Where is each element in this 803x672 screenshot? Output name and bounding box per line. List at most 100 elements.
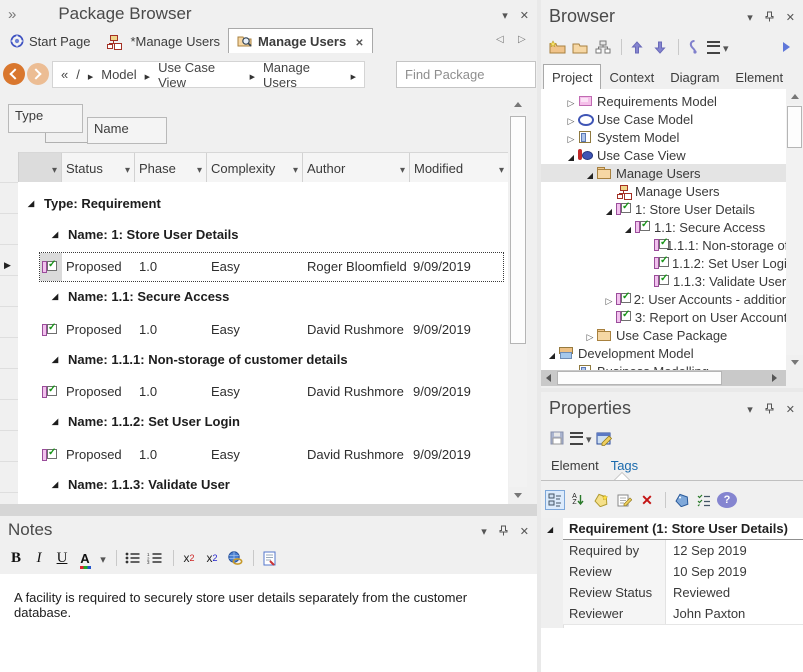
dropdown-icon[interactable]: [293, 161, 298, 176]
tree-item-use-case-model[interactable]: Use Case Model: [541, 110, 786, 128]
tree-vertical-scrollbar[interactable]: [786, 89, 803, 370]
tree-item-use-case-package[interactable]: Use Case Package: [541, 326, 786, 344]
group-row-name-1-1[interactable]: Name: 1.1: Secure Access: [18, 283, 508, 309]
expand-icon[interactable]: [583, 328, 597, 343]
collapse-group-icon[interactable]: [52, 292, 58, 301]
hyperlink-icon[interactable]: [225, 548, 245, 568]
tree-item-req-1-1-3[interactable]: ✓ 1.1.3: Validate User: [541, 272, 786, 290]
panel-close-icon[interactable]: [520, 523, 529, 538]
column-header-modified[interactable]: Modified: [410, 153, 508, 183]
dropdown-icon[interactable]: [197, 161, 202, 176]
panel-menu-icon[interactable]: [747, 401, 753, 416]
navigate-back-button[interactable]: [3, 63, 25, 85]
tag-value[interactable]: 12 Sep 2019: [666, 540, 803, 561]
pin-icon[interactable]: [765, 11, 774, 22]
panel-menu-icon[interactable]: [502, 7, 508, 22]
requirement-row[interactable]: ✓ Proposed 1.0 Easy David Rushmore 9/09/…: [18, 377, 508, 407]
tree-item-manage-users-diagram[interactable]: Manage Users: [541, 182, 786, 200]
column-header-icon[interactable]: [18, 153, 62, 183]
collapse-group-icon[interactable]: [52, 417, 58, 426]
save-icon[interactable]: [547, 428, 567, 448]
group-row-name-1[interactable]: Name: 1: Store User Details: [18, 221, 508, 247]
font-color-icon[interactable]: A: [75, 548, 95, 568]
scroll-right-button[interactable]: [767, 371, 781, 385]
expand-icon[interactable]: [564, 112, 578, 127]
hamburger-menu-icon[interactable]: [570, 428, 592, 448]
scroll-down-button[interactable]: [509, 487, 527, 504]
font-color-dropdown-icon[interactable]: [98, 548, 108, 568]
requirement-row[interactable]: ✓ Proposed 1.0 Easy David Rushmore 9/09/…: [18, 315, 508, 345]
tree-item-req-3[interactable]: ✓ 3: Report on User Account: [541, 308, 786, 326]
group-row-name-1-1-2[interactable]: Name: 1.1.2: Set User Login: [18, 408, 508, 434]
tree-item-req-2[interactable]: ✓ 2: User Accounts - additional: [541, 290, 786, 308]
tab-close-icon[interactable]: [351, 34, 363, 49]
subscript-icon[interactable]: x2: [202, 548, 222, 568]
checklist-icon[interactable]: [694, 490, 714, 510]
tab-scroll-left-icon[interactable]: ◁: [496, 34, 504, 45]
tree-horizontal-scrollbar[interactable]: [541, 370, 786, 386]
group-row-name-1-1-1[interactable]: Name: 1.1.1: Non-storage of customer det…: [18, 346, 508, 372]
edit-tags-icon[interactable]: [595, 428, 615, 448]
scrollbar-thumb[interactable]: [787, 106, 802, 148]
group-field-name[interactable]: Name: [87, 117, 167, 144]
breadcrumb-separator-icon[interactable]: [250, 67, 255, 82]
italic-icon[interactable]: I: [29, 548, 49, 568]
tab-element[interactable]: Element: [727, 65, 791, 89]
group-row-name-1-1-3[interactable]: Name: 1.1.3: Validate User: [18, 471, 508, 497]
row-selector-gutter[interactable]: [0, 152, 19, 504]
collapse-group-icon[interactable]: [28, 199, 34, 208]
help-icon[interactable]: ?: [717, 492, 737, 508]
tree-item-system-model[interactable]: System Model: [541, 128, 786, 146]
panel-menu-icon[interactable]: [747, 9, 753, 24]
tab-element[interactable]: Element: [545, 458, 605, 473]
expand-icon[interactable]: [602, 292, 616, 307]
column-header-complexity[interactable]: Complexity: [207, 153, 303, 183]
numbered-list-icon[interactable]: 123: [145, 548, 165, 568]
panel-close-icon[interactable]: [520, 7, 529, 22]
find-package-input[interactable]: [397, 62, 535, 87]
move-down-icon[interactable]: [650, 37, 670, 57]
tab-tags[interactable]: Tags: [605, 458, 644, 473]
panel-close-icon[interactable]: [786, 401, 795, 416]
dropdown-icon[interactable]: [125, 161, 130, 176]
breadcrumb-separator-icon[interactable]: [351, 67, 356, 82]
locate-icon[interactable]: [684, 37, 704, 57]
scrollbar-thumb[interactable]: [510, 116, 526, 344]
group-field-type[interactable]: Type: [8, 104, 83, 133]
expand-icon[interactable]: [621, 220, 635, 235]
new-tag-icon[interactable]: [591, 490, 611, 510]
notes-editor[interactable]: A facility is required to securely store…: [0, 574, 537, 672]
dropdown-icon[interactable]: [400, 161, 405, 176]
delete-tag-icon[interactable]: ✕: [637, 490, 657, 510]
tree-item-req-1[interactable]: ✓ 1: Store User Details: [541, 200, 786, 218]
column-header-author[interactable]: Author: [303, 153, 410, 183]
tab-manage-users-diagram[interactable]: *Manage Users: [98, 29, 228, 53]
collapse-group-icon[interactable]: [52, 355, 58, 364]
breadcrumb-item-model[interactable]: Model: [101, 67, 136, 82]
dropdown-icon[interactable]: [499, 161, 504, 176]
collapse-group-icon[interactable]: [547, 525, 553, 534]
expand-icon[interactable]: [564, 148, 578, 163]
pin-icon[interactable]: [765, 403, 774, 414]
tree-item-req-1-1-2[interactable]: ✓ 1.1.2: Set User Login: [541, 254, 786, 272]
tab-diagram[interactable]: Diagram: [662, 65, 727, 89]
scroll-up-button[interactable]: [509, 96, 527, 113]
tag-row-reviewer[interactable]: Reviewer John Paxton: [563, 603, 803, 625]
tab-context[interactable]: Context: [601, 65, 662, 89]
move-up-icon[interactable]: [627, 37, 647, 57]
tag-row-required-by[interactable]: Required by 12 Sep 2019: [563, 540, 803, 562]
tag-value[interactable]: 10 Sep 2019: [666, 561, 803, 582]
scroll-up-button[interactable]: [786, 89, 803, 104]
insert-document-icon[interactable]: [259, 548, 279, 568]
breadcrumb-separator-icon[interactable]: [145, 67, 150, 82]
tag-value[interactable]: John Paxton: [666, 603, 803, 624]
hamburger-menu-icon[interactable]: [707, 37, 729, 57]
new-package-icon[interactable]: [547, 37, 567, 57]
tree-item-business-modelling[interactable]: Business Modelling: [541, 362, 786, 370]
sort-az-icon[interactable]: AZ: [568, 490, 588, 510]
tree-item-manage-users-package[interactable]: Manage Users: [541, 164, 786, 182]
overflow-chevrons-icon[interactable]: [8, 6, 16, 23]
tags-group-header[interactable]: Requirement (1: Store User Details): [563, 518, 803, 540]
bold-icon[interactable]: B: [6, 548, 26, 568]
breadcrumb-item-manage-users[interactable]: Manage Users: [263, 60, 343, 90]
